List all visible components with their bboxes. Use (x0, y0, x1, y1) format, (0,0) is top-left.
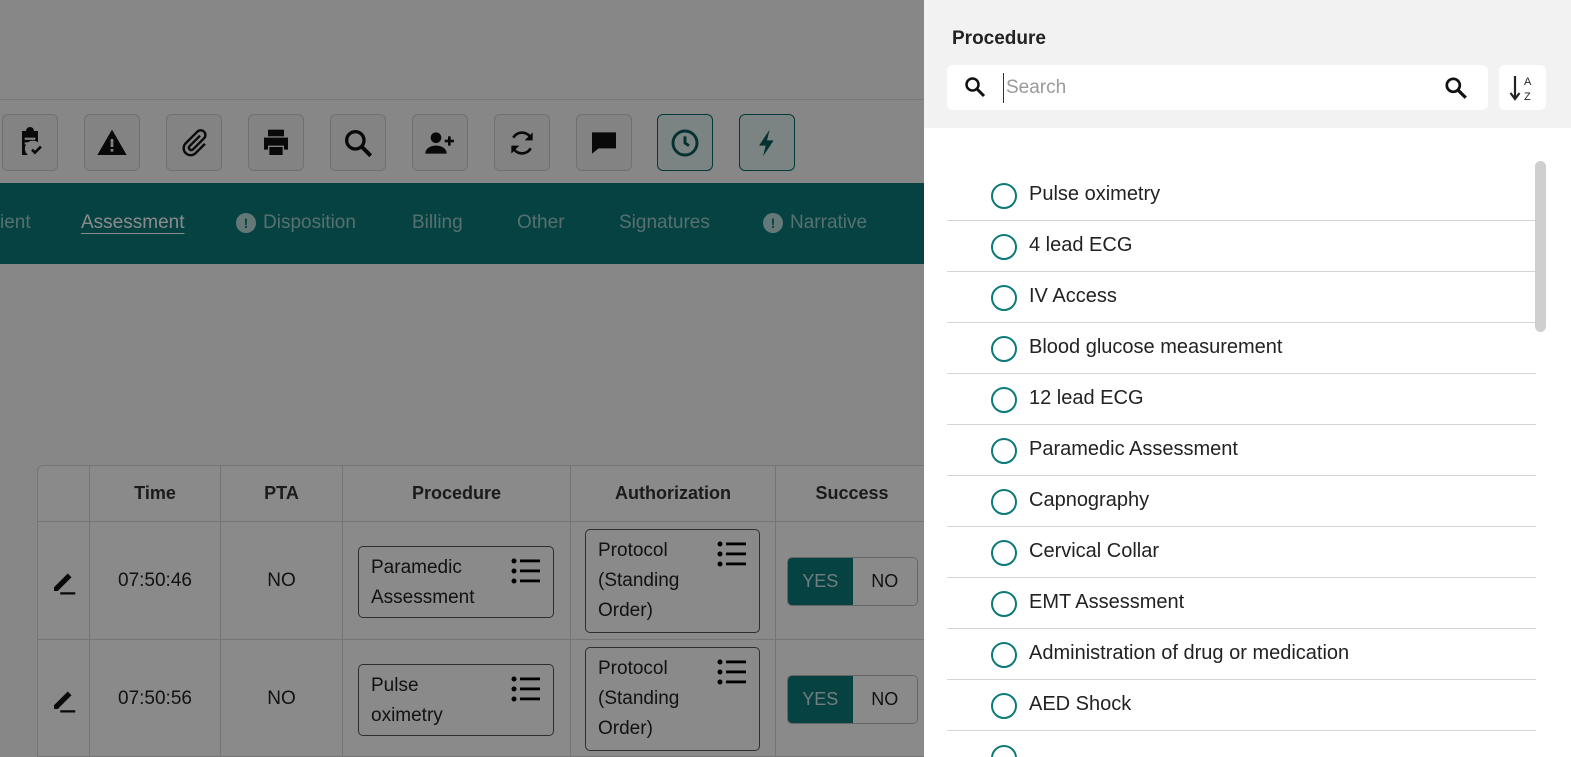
panel-title: Procedure (952, 28, 1046, 49)
item-label: IV Access (1029, 285, 1117, 307)
radio-button[interactable] (991, 336, 1017, 362)
item-label: 12 lead ECG (1029, 387, 1144, 409)
list-item[interactable]: Cervical Collar (947, 527, 1536, 578)
radio-button[interactable] (991, 387, 1017, 413)
item-label: Pulse oximetry (1029, 183, 1161, 205)
panel-header: Procedure A Z (924, 0, 1571, 128)
list-item[interactable]: Administration of drug or medication (947, 629, 1536, 680)
radio-button[interactable] (991, 642, 1017, 668)
item-label: Blood glucose measurement (1029, 336, 1283, 358)
radio-button[interactable] (991, 693, 1017, 719)
procedure-picker-panel: Procedure A Z Pulse oximetry 4 lead ECG … (924, 0, 1571, 757)
list-item[interactable]: Paramedic Assessment (947, 425, 1536, 476)
scrollbar-thumb[interactable] (1535, 161, 1546, 332)
list-item[interactable]: IV Access (947, 272, 1536, 323)
list-item[interactable]: Blood glucose measurement (947, 323, 1536, 374)
item-label: 4 lead ECG (1029, 234, 1133, 256)
item-label: Administration of drug or medication (1029, 642, 1350, 664)
search-submit-icon[interactable] (1443, 75, 1469, 101)
radio-button[interactable] (991, 591, 1017, 617)
item-label: Paramedic Assessment (1029, 438, 1238, 460)
search-box (947, 65, 1488, 110)
item-label: EMT Assessment (1029, 591, 1185, 613)
item-label: AED Shock (1029, 693, 1132, 715)
radio-button[interactable] (991, 540, 1017, 566)
radio-button[interactable] (991, 489, 1017, 515)
list-item[interactable]: 4 lead ECG (947, 221, 1536, 272)
list-item[interactable]: 12 lead ECG (947, 374, 1536, 425)
search-icon (965, 77, 986, 98)
radio-button[interactable] (991, 234, 1017, 260)
list-item[interactable]: EMT Assessment (947, 578, 1536, 629)
item-label: Capnography (1029, 489, 1150, 511)
list-item[interactable]: Capnography (947, 476, 1536, 527)
svg-text:Z: Z (1524, 91, 1531, 103)
sort-button[interactable]: A Z (1499, 65, 1546, 110)
search-input[interactable] (1003, 73, 1423, 103)
sort-alpha-icon: A Z (1509, 75, 1532, 103)
list-item[interactable]: AED Shock (947, 680, 1536, 731)
item-label: Cervical Collar (1029, 540, 1160, 562)
radio-button[interactable] (991, 183, 1017, 209)
list-item[interactable]: Pulse oximetry (947, 170, 1536, 221)
svg-text:A: A (1524, 76, 1532, 88)
procedure-list: Pulse oximetry 4 lead ECG IV Access Bloo… (947, 170, 1536, 731)
radio-button[interactable] (991, 745, 1017, 757)
radio-button[interactable] (991, 438, 1017, 464)
radio-button[interactable] (991, 285, 1017, 311)
